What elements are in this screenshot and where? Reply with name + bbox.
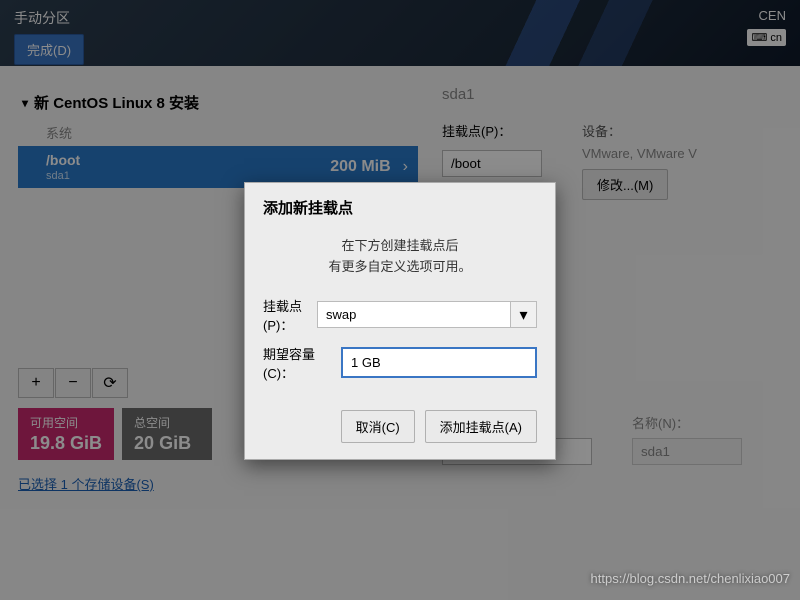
chevron-down-icon[interactable]: ▾ — [511, 301, 537, 328]
capacity-input[interactable] — [341, 347, 537, 378]
watermark: https://blog.csdn.net/chenlixiao007 — [591, 571, 790, 586]
add-mountpoint-button[interactable]: 添加挂载点(A) — [425, 410, 537, 443]
dialog-title: 添加新挂载点 — [263, 197, 537, 218]
dialog-capacity-label: 期望容量(C)： — [263, 344, 341, 382]
add-mountpoint-dialog: 添加新挂载点 在下方创建挂载点后 有更多自定义选项可用。 挂载点(P)： ▾ 期… — [244, 182, 556, 460]
mountpoint-combo[interactable]: ▾ — [317, 301, 537, 328]
dialog-description: 在下方创建挂载点后 有更多自定义选项可用。 — [263, 236, 537, 278]
mountpoint-combo-input[interactable] — [317, 301, 511, 328]
cancel-button[interactable]: 取消(C) — [341, 410, 415, 443]
dialog-mount-label: 挂载点(P)： — [263, 296, 317, 334]
